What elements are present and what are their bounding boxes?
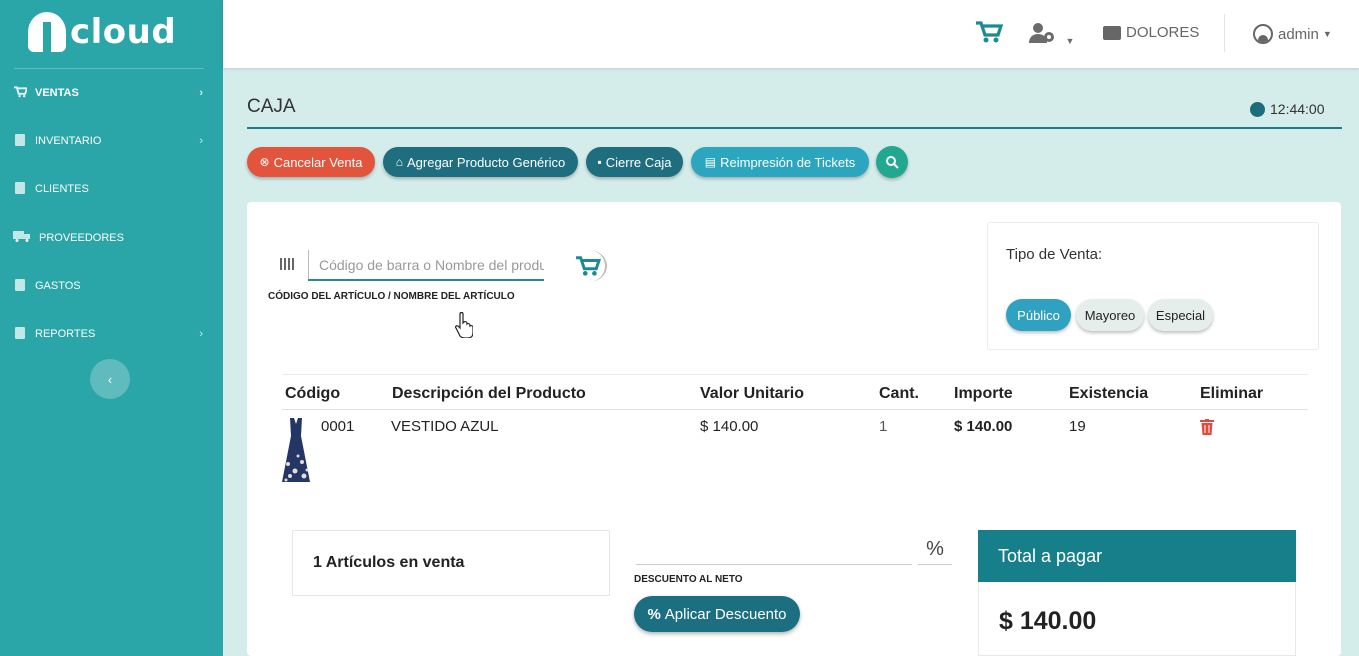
- column-header: Eliminar: [1200, 385, 1264, 402]
- delete-item-button[interactable]: [1200, 419, 1214, 435]
- clock-icon: [1250, 101, 1265, 117]
- chevron-right-icon: ›: [199, 135, 203, 147]
- button-label: Cierre Caja: [605, 154, 672, 170]
- caret-down-icon: ▼: [1322, 29, 1332, 39]
- divider: [1224, 14, 1225, 52]
- sidebar-item-gastos[interactable]: GASTOS: [0, 271, 223, 301]
- button-label: Agregar Producto Genérico: [406, 154, 566, 170]
- chevron-left-icon: ‹: [107, 371, 113, 387]
- sale-type-especial[interactable]: Especial: [1148, 299, 1213, 331]
- column-header: Código: [285, 385, 341, 402]
- sidebar-collapse-button[interactable]: ‹: [90, 359, 130, 399]
- apply-discount-button[interactable]: % Aplicar Descuento: [634, 596, 800, 632]
- cancel-sale-button[interactable]: ⊗ Cancelar Venta: [247, 147, 375, 177]
- store-selector[interactable]: DOLORES: [1103, 24, 1199, 41]
- sidebar: cloud VENTAS › INVENTARIO › CLIENTES PRO…: [0, 0, 223, 656]
- logo-mark-icon: [28, 12, 66, 52]
- cell-description: VESTIDO AZUL: [391, 418, 499, 435]
- chevron-right-icon: ›: [199, 328, 203, 340]
- sidebar-item-label: REPORTES: [35, 328, 96, 340]
- column-header: Valor Unitario: [700, 385, 805, 402]
- discount-label: DESCUENTO AL NETO: [634, 574, 743, 585]
- button-label: Reimpresión de Tickets: [720, 154, 856, 170]
- close-circle-icon: ⊗: [259, 155, 270, 169]
- sidebar-item-label: VENTAS: [35, 87, 79, 99]
- column-header: Cant.: [879, 385, 919, 402]
- sidebar-item-label: CLIENTES: [35, 183, 89, 195]
- cart-icon: [976, 21, 1004, 43]
- column-header: Existencia: [1069, 385, 1149, 402]
- sale-type-publico[interactable]: Público: [1006, 299, 1071, 331]
- truck-icon: [13, 231, 31, 245]
- percent-icon: %: [647, 605, 661, 623]
- barcode-icon: [280, 258, 296, 270]
- close-register-button[interactable]: ▪ Cierre Caja: [586, 147, 683, 177]
- sidebar-item-clientes[interactable]: CLIENTES: [0, 174, 223, 204]
- product-search-input[interactable]: [308, 250, 544, 279]
- caret-down-icon: ▼: [1065, 36, 1075, 46]
- logo-text: cloud: [70, 12, 177, 52]
- divider: [14, 68, 204, 69]
- discount-field[interactable]: [636, 535, 912, 565]
- product-thumbnail[interactable]: [280, 416, 312, 486]
- sidebar-item-proveedores[interactable]: PROVEEDORES: [0, 223, 223, 253]
- document-icon: [13, 278, 27, 294]
- trash-icon: [1200, 419, 1214, 435]
- sidebar-item-inventario[interactable]: INVENTARIO ›: [0, 126, 223, 156]
- briefcase-icon: ▪: [597, 155, 602, 169]
- clock-time: 12:44:00: [1270, 101, 1325, 117]
- page-title: CAJA: [247, 96, 296, 117]
- sidebar-item-ventas[interactable]: VENTAS ›: [0, 78, 223, 108]
- clipboard-icon: [13, 133, 27, 149]
- total-header: Total a pagar: [978, 530, 1296, 582]
- search-icon: [886, 156, 899, 169]
- divider: [247, 127, 1342, 129]
- cell-code: 0001: [321, 418, 355, 435]
- avatar-icon: [1253, 24, 1273, 44]
- button-label: Cancelar Venta: [273, 154, 363, 170]
- table-header: Código Descripción del Producto Valor Un…: [282, 374, 1308, 410]
- cart-button[interactable]: [975, 20, 1005, 46]
- column-header: Importe: [954, 385, 1013, 402]
- reprint-tickets-button[interactable]: ▤ Reimpresión de Tickets: [691, 147, 869, 177]
- cell-unit-price: $ 140.00: [700, 418, 759, 435]
- hand-pointer-icon: [455, 311, 474, 339]
- contact-book-icon: [13, 181, 27, 197]
- add-to-cart-button[interactable]: [571, 250, 607, 282]
- sidebar-item-label: PROVEEDORES: [39, 232, 124, 244]
- sidebar-item-label: INVENTARIO: [35, 135, 102, 147]
- report-icon: [13, 326, 27, 342]
- receipt-icon: ▤: [704, 155, 717, 169]
- total-amount: $ 140.00: [999, 607, 1097, 635]
- search-button[interactable]: [876, 146, 908, 178]
- sale-type-title: Tipo de Venta:: [1006, 246, 1103, 263]
- sidebar-item-reportes[interactable]: REPORTES ›: [0, 319, 223, 349]
- product-search-field[interactable]: [308, 250, 544, 281]
- add-generic-product-button[interactable]: ⌂ Agregar Producto Genérico: [383, 147, 578, 177]
- user-settings-button[interactable]: ▼: [1029, 22, 1074, 49]
- discount-input[interactable]: [636, 535, 912, 564]
- button-label: Aplicar Descuento: [664, 605, 787, 623]
- column-header: Descripción del Producto: [392, 385, 586, 402]
- sale-type-mayoreo[interactable]: Mayoreo: [1076, 299, 1144, 331]
- user-gear-icon: [1029, 23, 1054, 43]
- cart-icon: [576, 256, 601, 276]
- cell-amount: $ 140.00: [954, 418, 1013, 435]
- search-field-label: CÓDIGO DEL ARTÍCULO / NOMBRE DEL ARTÍCUL…: [268, 291, 515, 302]
- chevron-right-icon: ›: [199, 87, 203, 99]
- app-logo[interactable]: cloud: [28, 12, 176, 52]
- cart-icon: [13, 85, 28, 101]
- user-label: admin: [1278, 25, 1319, 43]
- clock: 12:44:00: [1250, 101, 1325, 117]
- top-bar: ▼ DOLORES admin ▼: [223, 0, 1359, 68]
- store-icon: [1103, 25, 1121, 40]
- sidebar-item-label: GASTOS: [35, 280, 81, 292]
- cell-quantity[interactable]: 1: [879, 418, 887, 435]
- cell-stock: 19: [1069, 418, 1086, 435]
- store-label: DOLORES: [1126, 24, 1200, 41]
- user-menu[interactable]: admin ▼: [1253, 24, 1332, 44]
- percent-addon: %: [918, 535, 952, 565]
- basket-icon: ⌂: [395, 155, 403, 169]
- items-count: 1 Artículos en venta: [313, 554, 465, 571]
